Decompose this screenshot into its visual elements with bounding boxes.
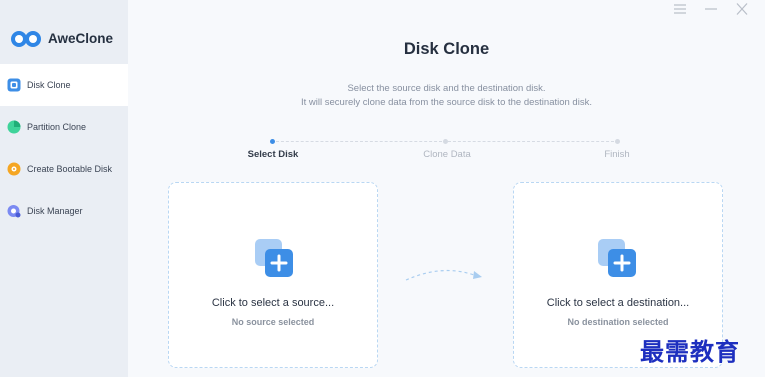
- source-disk-card[interactable]: Click to select a source... No source se…: [168, 182, 378, 368]
- page-title: Disk Clone: [403, 40, 490, 58]
- sidebar-item-partition-clone[interactable]: Partition Clone: [0, 106, 128, 148]
- watermark: 最需教育: [640, 337, 740, 366]
- step-label-clone-data: Clone Data: [423, 149, 471, 160]
- destination-card-title: Click to select a destination...: [546, 297, 690, 309]
- step-connector: [448, 141, 614, 142]
- destination-card-status: No destination selected: [567, 317, 669, 327]
- add-disk-icon: [255, 239, 293, 277]
- menu-icon[interactable]: [672, 2, 688, 16]
- sidebar-item-label: Create Bootable Disk: [27, 164, 113, 174]
- minimize-icon[interactable]: [703, 2, 719, 16]
- disk-clone-icon: [7, 78, 21, 92]
- disk-manager-icon: [7, 205, 21, 218]
- step-indicator-clone-data: [443, 139, 448, 144]
- sidebar-item-create-bootable-disk[interactable]: Create Bootable Disk: [0, 148, 128, 190]
- aweclone-logo-icon: [11, 31, 41, 47]
- source-card-title: Click to select a source...: [211, 297, 335, 309]
- sidebar-item-label: Partition Clone: [27, 122, 87, 132]
- bootable-disk-icon: [7, 162, 21, 176]
- app-logo: AweClone: [0, 0, 128, 64]
- sidebar-item-label: Disk Manager: [27, 206, 83, 216]
- sidebar-item-label: Disk Clone: [27, 80, 71, 90]
- partition-clone-icon: [7, 120, 21, 134]
- description-line-1: Select the source disk and the destinati…: [347, 83, 546, 94]
- close-icon[interactable]: [734, 2, 750, 16]
- app-name: AweClone: [48, 31, 114, 46]
- description-line-2: It will securely clone data from the sou…: [301, 97, 592, 108]
- step-label-select-disk: Select Disk: [247, 149, 299, 160]
- arrow-right-icon: [405, 269, 482, 281]
- sidebar-item-disk-manager[interactable]: Disk Manager: [0, 190, 128, 232]
- source-card-status: No source selected: [231, 317, 315, 327]
- sidebar-item-disk-clone[interactable]: Disk Clone: [0, 64, 128, 106]
- step-connector: [276, 141, 442, 142]
- add-disk-icon: [598, 239, 636, 277]
- step-label-finish: Finish: [604, 149, 630, 160]
- step-indicator-select-disk: [270, 139, 275, 144]
- step-indicator-finish: [615, 139, 620, 144]
